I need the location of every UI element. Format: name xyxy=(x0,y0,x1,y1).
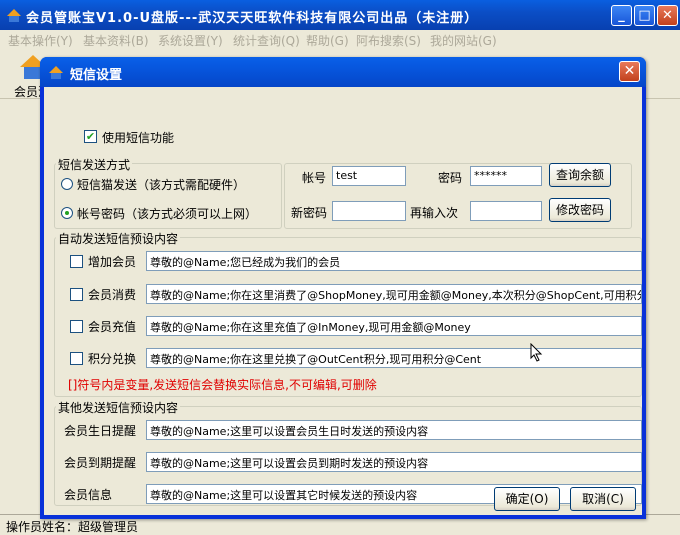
enable-sms-checkbox[interactable]: ✔ xyxy=(84,130,97,143)
menu-help[interactable]: 帮助(G) xyxy=(306,32,349,49)
minimize-button[interactable]: _ xyxy=(611,5,632,26)
member-consume-checkbox[interactable] xyxy=(70,288,83,301)
add-member-checkbox[interactable] xyxy=(70,255,83,268)
add-member-template-input[interactable]: 尊敬的@Name;您已经成为我们的会员 xyxy=(146,251,642,271)
radio-account-password[interactable] xyxy=(61,207,73,219)
account-label: 帐号 xyxy=(302,171,327,185)
other-send-group-title: 其他发送短信预设内容 xyxy=(56,399,181,416)
birthday-reminder-label: 会员生日提醒 xyxy=(64,424,137,438)
member-recharge-template-input[interactable]: 尊敬的@Name;你在这里充值了@InMoney,现可用金额@Money xyxy=(146,316,642,336)
expiry-reminder-template-input[interactable]: 尊敬的@Name;这里可以设置会员到期时发送的预设内容 xyxy=(146,452,642,472)
account-input[interactable]: test xyxy=(332,166,406,186)
dialog-title-bar: 短信设置 ✕ xyxy=(40,57,646,87)
dialog-icon xyxy=(49,66,63,79)
dialog-title: 短信设置 xyxy=(70,68,123,83)
member-info-template-input[interactable]: 尊敬的@Name;这里可以设置其它时候发送的预设内容 xyxy=(146,484,642,504)
variable-note: []符号内是变量,发送短信会替换实际信息,不可编辑,可删除 xyxy=(68,378,377,392)
radio-sms-modem-label[interactable]: 短信猫发送（该方式需配硬件） xyxy=(77,176,245,193)
member-info-label: 会员信息 xyxy=(64,488,113,502)
auto-send-group-title: 自动发送短信预设内容 xyxy=(56,230,181,247)
cancel-button[interactable]: 取消(C) xyxy=(570,487,636,511)
main-title-bar: 会员管账宝V1.0-U盘版---武汉天天旺软件科技有限公司出品（未注册） _ □… xyxy=(0,0,680,30)
query-balance-button[interactable]: 查询余额 xyxy=(549,163,611,187)
member-consume-template-input[interactable]: 尊敬的@Name;你在这里消费了@ShopMoney,现可用金额@Money,本… xyxy=(146,284,642,304)
radio-account-password-label[interactable]: 帐号密码（该方式必须可以上网） xyxy=(77,205,257,222)
member-consume-label: 会员消费 xyxy=(88,288,137,302)
menubar: 基本操作(Y) 基本资料(B) 系统设置(Y) 统计查询(Q) 帮助(G) 阿布… xyxy=(0,30,680,49)
password-label: 密码 xyxy=(438,171,463,185)
add-member-label: 增加会员 xyxy=(88,255,137,269)
points-exchange-label: 积分兑换 xyxy=(88,352,137,366)
new-password-label: 新密码 xyxy=(291,206,328,220)
expiry-reminder-label: 会员到期提醒 xyxy=(64,456,137,470)
reenter-password-input[interactable] xyxy=(470,201,542,221)
reenter-password-label: 再输入次 xyxy=(410,206,459,220)
menu-website[interactable]: 我的网站(G) xyxy=(430,32,497,49)
change-password-button[interactable]: 修改密码 xyxy=(549,198,611,222)
menu-basic-data[interactable]: 基本资料(B) xyxy=(83,32,149,49)
enable-sms-label: 使用短信功能 xyxy=(102,131,175,145)
ok-button[interactable]: 确定(O) xyxy=(494,487,560,511)
close-button[interactable]: ✕ xyxy=(657,5,678,26)
member-recharge-label: 会员充值 xyxy=(88,320,137,334)
app-icon xyxy=(7,9,21,22)
points-exchange-checkbox[interactable] xyxy=(70,352,83,365)
mouse-cursor-icon xyxy=(530,343,543,362)
operator-name: 操作员姓名：超级管理员 xyxy=(6,520,139,534)
main-window-title: 会员管账宝V1.0-U盘版---武汉天天旺软件科技有限公司出品（未注册） xyxy=(26,11,479,26)
maximize-button[interactable]: □ xyxy=(634,5,655,26)
password-input[interactable]: ****** xyxy=(470,166,542,186)
new-password-input[interactable] xyxy=(332,201,406,221)
menu-search[interactable]: 阿布搜索(S) xyxy=(356,32,421,49)
menu-basic-ops[interactable]: 基本操作(Y) xyxy=(8,32,73,49)
dialog-close-button[interactable]: ✕ xyxy=(619,61,640,82)
points-exchange-template-input[interactable]: 尊敬的@Name;你在这里兑换了@OutCent积分,现可用积分@Cent xyxy=(146,348,642,368)
menu-system-settings[interactable]: 系统设置(Y) xyxy=(158,32,223,49)
dialog-body: ✔ 使用短信功能 短信发送方式 短信猫发送（该方式需配硬件） 帐号密码（该方式必… xyxy=(44,87,642,515)
sms-settings-dialog: 短信设置 ✕ ✔ 使用短信功能 短信发送方式 短信猫发送（该方式需配硬件） 帐号… xyxy=(40,57,646,519)
send-mode-group-title: 短信发送方式 xyxy=(56,156,133,173)
member-recharge-checkbox[interactable] xyxy=(70,320,83,333)
birthday-reminder-template-input[interactable]: 尊敬的@Name;这里可以设置会员生日时发送的预设内容 xyxy=(146,420,642,440)
menu-statistics[interactable]: 统计查询(Q) xyxy=(233,32,300,49)
radio-sms-modem[interactable] xyxy=(61,178,73,190)
